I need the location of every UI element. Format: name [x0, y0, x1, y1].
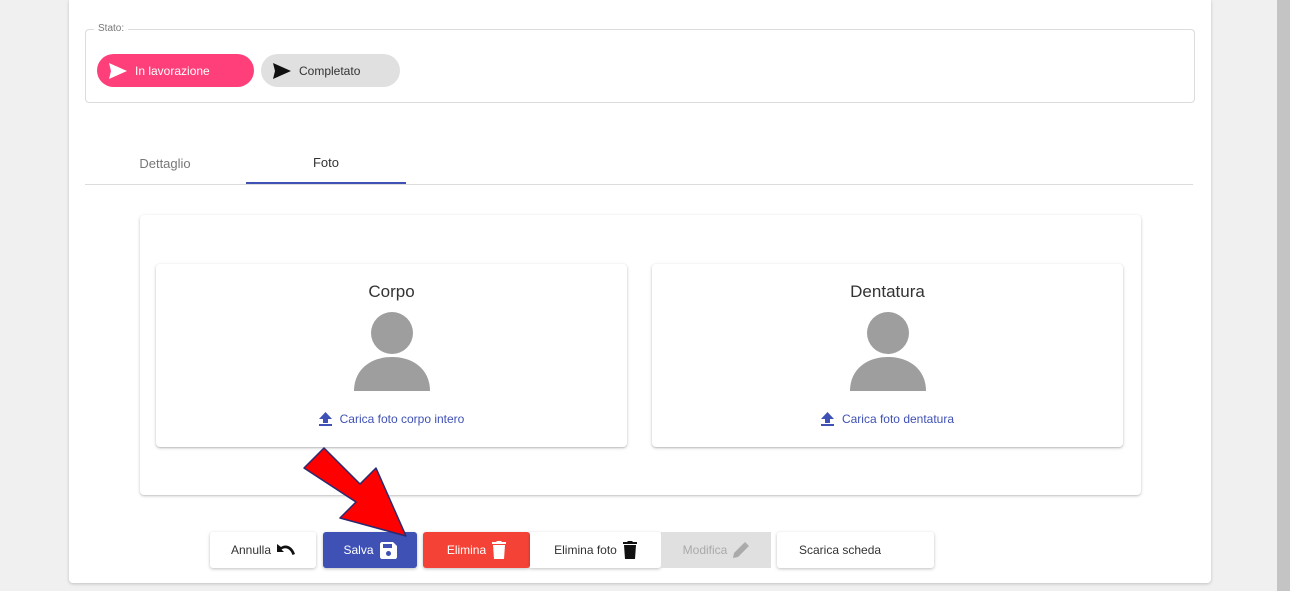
elimina-foto-button[interactable]: Elimina foto — [530, 532, 661, 568]
person-placeholder-icon — [849, 312, 926, 391]
save-icon — [379, 541, 397, 559]
annulla-button[interactable]: Annulla — [210, 532, 316, 568]
undo-icon — [277, 544, 296, 555]
card-title: Dentatura — [850, 282, 925, 301]
button-label: Modifica — [682, 543, 728, 557]
button-label: Salva — [343, 543, 374, 557]
main-card: Stato: In lavorazione Completato Dettagl… — [69, 0, 1211, 583]
tab-bar: Dettaglio Foto — [85, 143, 1193, 185]
scarica-scheda-button[interactable]: Scarica scheda — [777, 532, 934, 568]
button-label: Elimina foto — [554, 543, 617, 557]
pencil-icon — [733, 542, 750, 558]
upload-icon — [820, 412, 834, 426]
modifica-button[interactable]: Modifica — [661, 532, 771, 568]
scrollbar-track[interactable] — [1277, 0, 1290, 591]
tab-dettaglio[interactable]: Dettaglio — [85, 143, 245, 183]
person-placeholder-icon — [353, 312, 430, 391]
card-title: Corpo — [368, 282, 415, 301]
chip-completato[interactable]: Completato — [261, 54, 400, 87]
button-label: Scarica scheda — [799, 543, 882, 557]
upload-label: Carica foto dentatura — [841, 412, 955, 426]
salva-button[interactable]: Salva — [323, 532, 417, 568]
trash-icon — [492, 541, 507, 559]
photo-panel: Corpo Carica foto corpo intero Dentatura… — [140, 215, 1141, 495]
chip-label: In lavorazione — [135, 63, 210, 78]
trash-icon — [622, 541, 637, 559]
button-label: Elimina — [446, 543, 487, 557]
photo-card-dentatura: Dentatura Carica foto dentatura — [652, 264, 1123, 447]
stato-legend: Stato: — [94, 23, 129, 34]
photo-card-corpo: Corpo Carica foto corpo intero — [156, 264, 627, 447]
upload-icon — [318, 412, 332, 426]
button-label: Annulla — [230, 543, 272, 557]
stato-fieldset: Stato: In lavorazione Completato — [85, 23, 1195, 103]
elimina-button[interactable]: Elimina — [423, 532, 530, 568]
chip-label: Completato — [299, 63, 361, 78]
upload-dentatura-link[interactable]: Carica foto dentatura — [652, 412, 1123, 426]
upload-corpo-link[interactable]: Carica foto corpo intero — [156, 412, 627, 426]
upload-label: Carica foto corpo intero — [339, 412, 465, 426]
chip-in-lavorazione[interactable]: In lavorazione — [97, 54, 254, 87]
send-icon — [273, 62, 291, 79]
send-icon — [109, 62, 127, 79]
tab-foto[interactable]: Foto — [246, 143, 406, 184]
